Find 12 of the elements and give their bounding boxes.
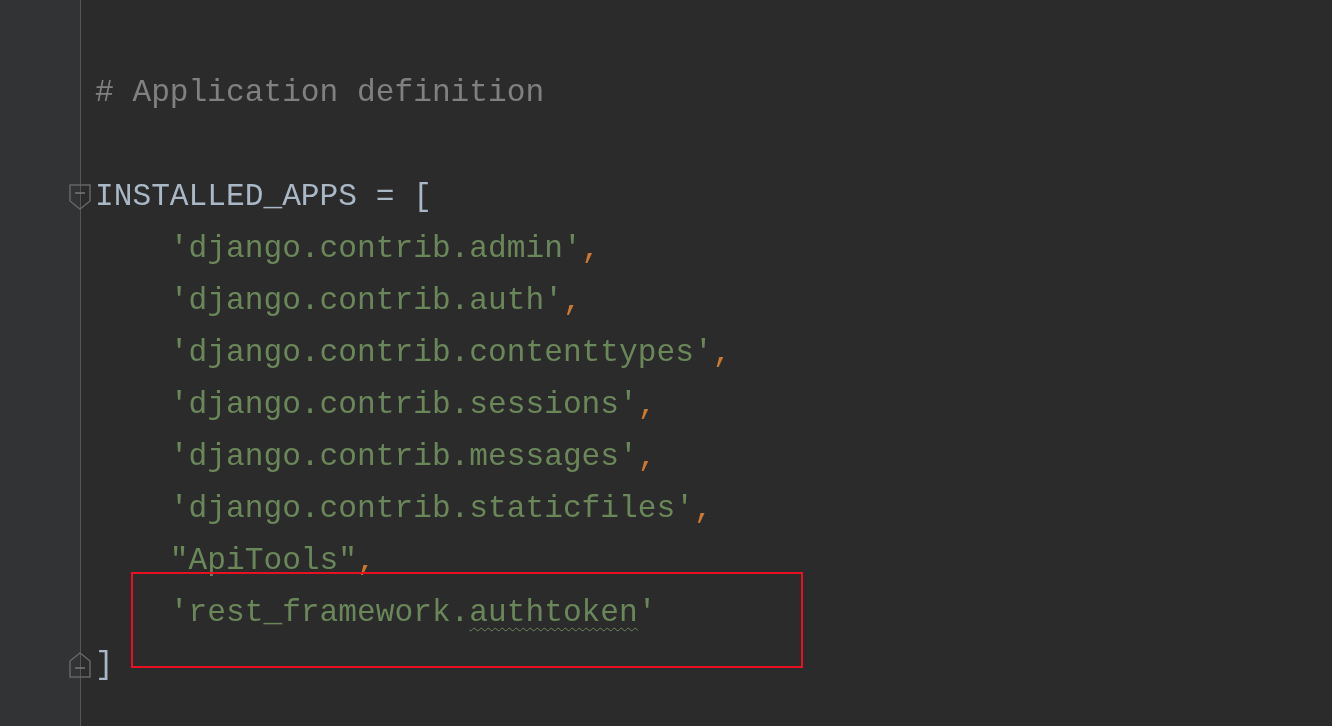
code-line: # Application definition xyxy=(95,74,545,112)
fold-icon[interactable] xyxy=(68,183,92,211)
code-line: 'django.contrib.staticfiles', xyxy=(168,490,713,528)
fold-icon[interactable] xyxy=(68,651,92,679)
code-line: 'django.contrib.messages', xyxy=(168,438,657,476)
code-line: 'django.contrib.sessions', xyxy=(168,386,657,424)
code-line: ] xyxy=(95,646,114,684)
code-line: 'django.contrib.contenttypes', xyxy=(168,334,732,372)
code-line: 'django.contrib.admin', xyxy=(168,230,601,268)
code-line: INSTALLED_APPS = [ xyxy=(95,178,432,216)
code-line: 'django.contrib.auth', xyxy=(168,282,582,320)
code-line: 'rest_framework.authtoken' xyxy=(168,594,657,632)
